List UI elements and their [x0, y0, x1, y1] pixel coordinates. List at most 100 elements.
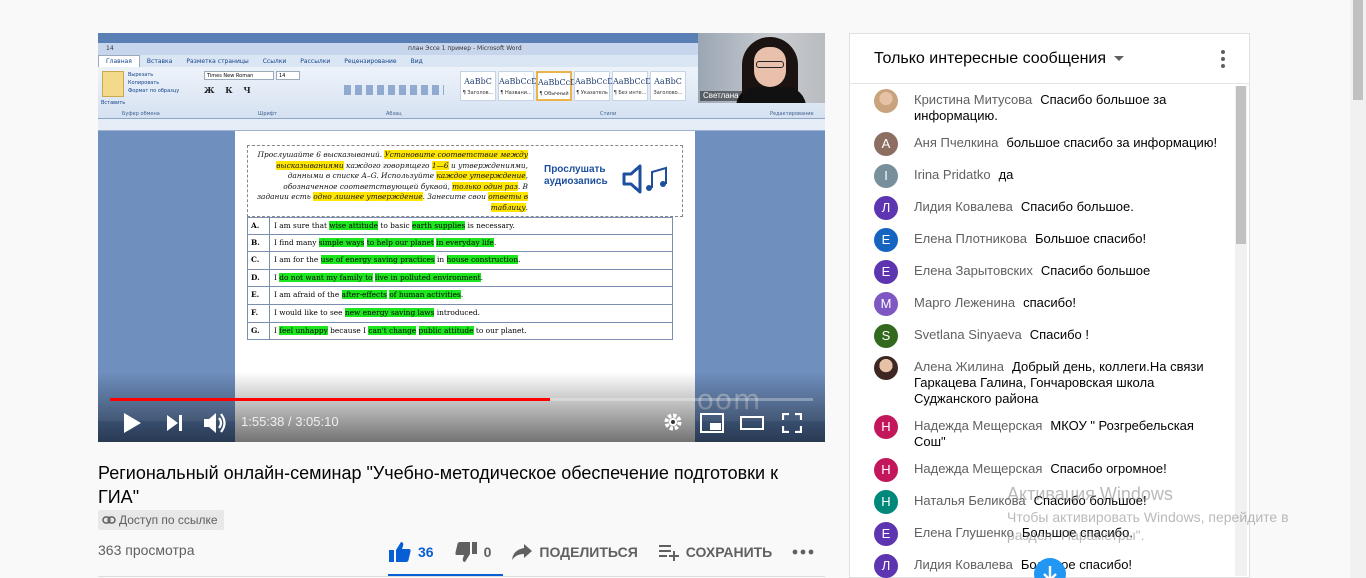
- task-text-segment: Прослушайте 6 высказываний.: [257, 150, 385, 159]
- settings-gear-icon[interactable]: [663, 412, 683, 432]
- word-style-tile: AaBbCcDc ¶ Без инте...: [612, 71, 656, 101]
- group-label-editing: Редактирование: [770, 111, 814, 117]
- speaker-icon: [622, 164, 667, 194]
- word-style-tile: AaBbCcDc ¶ Обычный: [536, 71, 581, 101]
- save-button[interactable]: СОХРАНИТЬ: [658, 543, 772, 561]
- jump-to-bottom-button[interactable]: [1034, 558, 1066, 578]
- word-style-name: ¶ Заголов...: [462, 90, 494, 96]
- video-title: Региональный онлайн-семинар "Учебно-мето…: [98, 463, 778, 507]
- chat-author: Svetlana Sinyaeva: [914, 327, 1022, 342]
- theater-mode-icon[interactable]: [740, 414, 764, 432]
- chat-mode-dropdown[interactable]: Только интересные сообщения: [874, 50, 1125, 68]
- webcam-feed: Светлана: [698, 33, 825, 103]
- page-scrollbar-thumb[interactable]: [1353, 0, 1363, 100]
- statement-highlight: wise attitude: [329, 221, 379, 230]
- chat-message-body: Аня Пчелкина большое спасибо за информаци…: [914, 132, 1217, 156]
- statement-row: D. I do not want my family to live in pol…: [247, 269, 673, 288]
- chat-scrollbar-thumb[interactable]: [1236, 86, 1246, 244]
- word-style-sample: AaBbC: [654, 77, 682, 86]
- chat-menu-button[interactable]: [1221, 50, 1225, 68]
- avatar: [874, 356, 898, 380]
- chat-message-body: Irina Pridatko да: [914, 164, 1013, 188]
- statements-table: A. I am sure that wise attitude to basic …: [247, 217, 673, 341]
- chat-message-body: Лидия Ковалева Спасибо большое.: [914, 196, 1134, 220]
- clipboard-item: Вырезать: [128, 72, 154, 78]
- chat-message: Л Лидия Ковалева Спасибо большое.: [850, 192, 1234, 224]
- like-button[interactable]: 36: [388, 541, 434, 563]
- thumbs-up-icon: [389, 542, 411, 562]
- word-tab: Ссылки: [262, 58, 287, 65]
- statement-text: I am sure that wise attitude to basic ea…: [270, 218, 515, 234]
- statement-text: I am for the use of energy saving practi…: [270, 252, 520, 269]
- share-button[interactable]: ПОДЕЛИТЬСЯ: [511, 543, 638, 561]
- avatar: Л: [874, 554, 898, 578]
- chat-text: Спасибо !: [1029, 327, 1090, 342]
- avatar: S: [874, 324, 898, 348]
- chat-message-body: Елена Плотникова Большое спасибо!: [914, 228, 1146, 252]
- word-styles-gallery: AaBbC ¶ Заголов... AaBbCcD ¶ Названи... AaBb…: [460, 71, 686, 101]
- group-label-clipboard: Буфер обмена: [122, 111, 160, 117]
- like-count: 36: [418, 544, 434, 560]
- paragraph-buttons: [344, 85, 444, 95]
- fullscreen-icon[interactable]: [782, 413, 802, 433]
- avatar: I: [874, 164, 898, 188]
- chat-message-body: Надежда Мещерская Спасибо огромное!: [914, 458, 1167, 482]
- chat-message: Кристина Митусова Спасибо большое за инфо…: [850, 85, 1234, 128]
- chat-message: М Марго Леженина спасибо!: [850, 288, 1234, 320]
- avatar: Н: [874, 458, 898, 482]
- player-controls: 1:55:38 / 3:05:10: [98, 405, 825, 442]
- dislike-button[interactable]: 0: [454, 541, 491, 563]
- group-label-paragraph: Абзац: [386, 111, 402, 117]
- chat-message: Н Надежда Мещерская Спасибо огромное!: [850, 454, 1234, 486]
- task-highlight: одно лишнее утверждение: [313, 192, 423, 202]
- statement-highlight: do not want my family to: [279, 272, 373, 282]
- chat-author: Лидия Ковалева: [914, 199, 1013, 214]
- statement-segment: .: [460, 290, 464, 300]
- statement-highlight: of human activities: [389, 290, 461, 300]
- statement-segment: to basic: [378, 221, 412, 230]
- volume-icon[interactable]: [202, 411, 228, 435]
- statement-segment: introduced.: [434, 307, 480, 317]
- task-text-segment: каждого говорящего: [343, 160, 432, 170]
- statement-letter: B.: [248, 234, 270, 252]
- chat-text: спасибо!: [1023, 295, 1076, 310]
- word-style-name: ¶ Обычный: [539, 91, 569, 97]
- clipboard-item: Копировать: [128, 80, 160, 86]
- chat-message: Е Елена Плотникова Большое спасибо!: [850, 224, 1234, 256]
- more-actions-button[interactable]: [792, 549, 814, 555]
- statement-segment: I would like to see: [274, 307, 345, 317]
- avatar: Е: [874, 228, 898, 252]
- statement-text: I am afraid of the after-effects of huma…: [270, 287, 463, 304]
- statement-highlight: live in polluted environment: [374, 272, 481, 282]
- statement-highlight: in everyday life: [436, 237, 494, 247]
- chat-message: А Аня Пчелкина большое спасибо за информац…: [850, 128, 1234, 160]
- play-icon[interactable]: [122, 412, 142, 434]
- audio-box: Прослушать аудиозапись: [534, 156, 684, 206]
- task-highlight: 1—6: [431, 160, 449, 170]
- statement-highlight: feel unhappy: [279, 325, 328, 335]
- chat-message: S Svetlana Sinyaeva Спасибо !: [850, 320, 1234, 352]
- next-icon[interactable]: [166, 414, 184, 432]
- clipboard-items: Вырезать Копировать Формат по образцу: [128, 71, 179, 95]
- statement-segment: .: [480, 272, 483, 282]
- font-size-box: 14: [276, 71, 300, 80]
- chat-text: Спасибо огромное!: [1050, 461, 1167, 476]
- progress-bar[interactable]: [110, 398, 813, 401]
- page-scrollbar[interactable]: [1350, 0, 1366, 578]
- statement-highlight: use of energy saving practices: [320, 255, 435, 265]
- access-badge: Доступ по ссылке: [98, 510, 224, 530]
- time-display: 1:55:38 / 3:05:10: [241, 414, 339, 429]
- statement-text: I would like to see new energy saving la…: [270, 305, 480, 322]
- miniplayer-icon[interactable]: [700, 413, 724, 433]
- statement-segment: to our planet.: [473, 325, 527, 335]
- word-document-title: план Эссе 1 пример - Microsoft Word: [408, 45, 522, 52]
- chat-text: Спасибо большое.: [1020, 199, 1134, 214]
- word-style-name: Заголово...: [653, 90, 683, 96]
- clipboard-item: Формат по образцу: [128, 88, 180, 94]
- video-player[interactable]: 14 план Эссе 1 пример - Microsoft Word Г…: [98, 33, 825, 442]
- divider: [98, 576, 825, 577]
- statement-segment: is necessary.: [465, 221, 515, 230]
- statement-segment: in: [434, 255, 447, 265]
- chat-message-body: Кристина Митусова Спасибо большое за инфо…: [914, 89, 1224, 124]
- chat-text: Спасибо большое: [1040, 263, 1151, 278]
